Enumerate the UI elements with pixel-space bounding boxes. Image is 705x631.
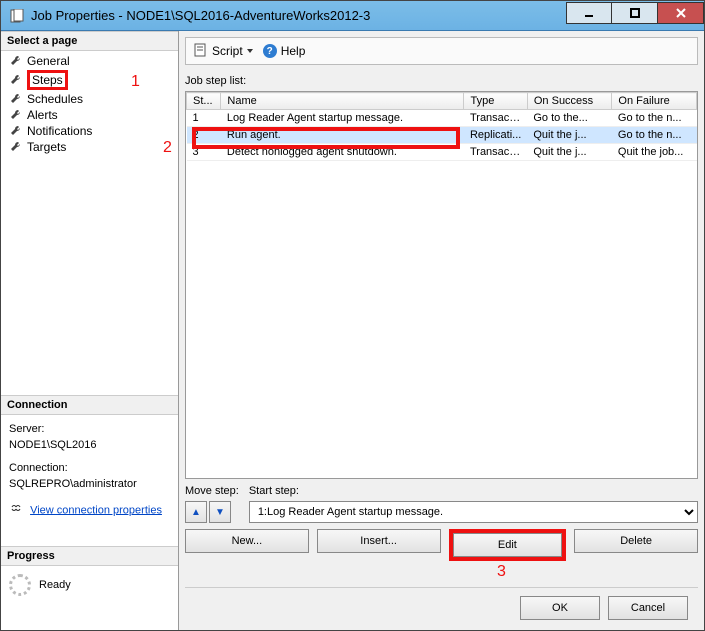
cancel-button[interactable]: Cancel <box>608 596 688 620</box>
start-step-label: Start step: <box>249 485 698 497</box>
col-header-st[interactable]: St... <box>187 93 221 110</box>
window-title: Job Properties - NODE1\SQL2016-Adventure… <box>31 8 370 23</box>
wrench-icon <box>9 73 23 87</box>
page-label: Notifications <box>27 124 92 138</box>
server-label: Server: <box>9 421 170 438</box>
edit-button[interactable]: Edit <box>453 533 563 557</box>
progress-heading: Progress <box>1 546 178 566</box>
move-step-label: Move step: <box>185 485 239 497</box>
connection-link-text: View connection properties <box>30 504 162 516</box>
col-header-failure[interactable]: On Failure <box>612 93 697 110</box>
callout-2: 2 <box>163 139 172 157</box>
wrench-icon <box>9 54 23 68</box>
toolbar: Script ? Help <box>185 37 698 65</box>
job-step-list-label: Job step list: <box>185 75 698 87</box>
page-label: Steps <box>27 70 68 90</box>
page-notifications[interactable]: Notifications <box>5 123 174 139</box>
move-down-button[interactable]: ▼ <box>209 501 231 523</box>
col-header-type[interactable]: Type <box>464 93 527 110</box>
page-targets[interactable]: Targets <box>5 139 174 155</box>
table-row[interactable]: 1 Log Reader Agent startup message. Tran… <box>187 110 697 127</box>
table-row[interactable]: 3 Detect nonlogged agent shutdown. Trans… <box>187 144 697 161</box>
delete-button[interactable]: Delete <box>574 529 698 553</box>
view-connection-properties-link[interactable]: View connection properties <box>9 501 170 521</box>
title-bar[interactable]: Job Properties - NODE1\SQL2016-Adventure… <box>1 1 704 31</box>
script-label: Script <box>212 44 243 58</box>
connection-icon <box>9 501 23 521</box>
window-icon <box>9 8 25 24</box>
wrench-icon <box>9 92 23 106</box>
page-alerts[interactable]: Alerts <box>5 107 174 123</box>
script-button[interactable]: Script <box>194 43 253 60</box>
wrench-icon <box>9 108 23 122</box>
progress-status: Ready <box>39 579 71 591</box>
left-panel: Select a page General Steps 1 Schedules <box>1 31 179 630</box>
progress-ring-icon <box>9 574 31 596</box>
page-label: General <box>27 54 70 68</box>
callout-3: 3 <box>497 563 506 580</box>
move-up-button[interactable]: ▲ <box>185 501 207 523</box>
help-label: Help <box>281 44 306 58</box>
help-icon: ? <box>263 44 277 58</box>
connection-label: Connection: <box>9 460 170 477</box>
select-page-heading: Select a page <box>1 31 178 51</box>
col-header-name[interactable]: Name <box>221 93 464 110</box>
minimize-button[interactable] <box>566 2 612 24</box>
right-panel: Script ? Help Job step list: St... Name … <box>179 31 704 630</box>
page-label: Alerts <box>27 108 58 122</box>
connection-panel: Server: NODE1\SQL2016 Connection: SQLREP… <box>1 415 178 527</box>
page-label: Schedules <box>27 92 83 106</box>
step-grid[interactable]: St... Name Type On Success On Failure 1 … <box>185 91 698 479</box>
server-value: NODE1\SQL2016 <box>9 437 170 454</box>
page-steps[interactable]: Steps <box>5 69 174 91</box>
page-schedules[interactable]: Schedules <box>5 91 174 107</box>
new-button[interactable]: New... <box>185 529 309 553</box>
ok-button[interactable]: OK <box>520 596 600 620</box>
table-row-selected[interactable]: 2 Run agent. Replicati... Quit the j... … <box>187 127 697 144</box>
arrow-up-icon: ▲ <box>191 507 201 518</box>
wrench-icon <box>9 140 23 154</box>
start-step-select[interactable]: 1:Log Reader Agent startup message. <box>249 501 698 523</box>
dropdown-icon <box>247 49 253 53</box>
arrow-down-icon: ▼ <box>215 507 225 518</box>
col-header-success[interactable]: On Success <box>527 93 612 110</box>
wrench-icon <box>9 124 23 138</box>
callout-1: 1 <box>131 73 140 91</box>
page-list: General Steps 1 Schedules Alerts Not <box>1 51 178 161</box>
page-label: Targets <box>27 140 66 154</box>
help-button[interactable]: ? Help <box>263 44 306 58</box>
insert-button[interactable]: Insert... <box>317 529 441 553</box>
connection-value: SQLREPRO\administrator <box>9 476 170 493</box>
close-button[interactable] <box>658 2 704 24</box>
connection-heading: Connection <box>1 395 178 415</box>
page-general[interactable]: General <box>5 53 174 69</box>
script-icon <box>194 43 208 60</box>
maximize-button[interactable] <box>612 2 658 24</box>
